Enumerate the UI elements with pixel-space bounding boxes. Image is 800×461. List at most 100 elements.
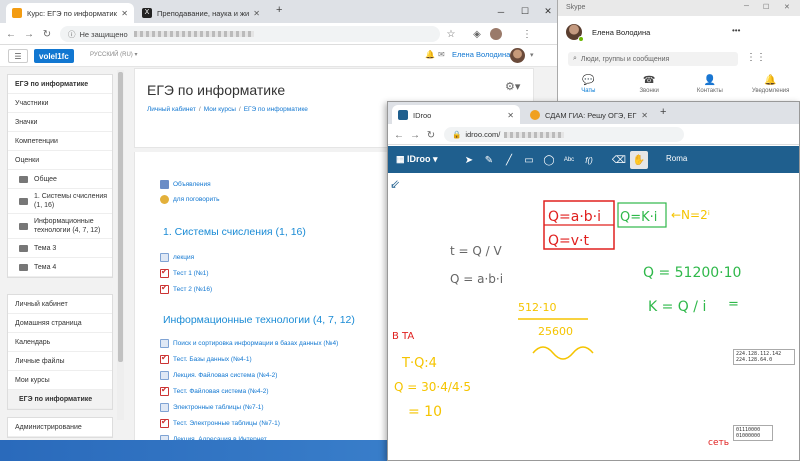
minimize-icon[interactable]: ─: [488, 0, 514, 23]
activity-test-2[interactable]: Тест 2 (№16): [160, 283, 212, 296]
browser-tab-bar: Курс: ЕГЭ по информатике ✕ X Преподавани…: [0, 0, 557, 23]
tab-label: СДАМ ГИА: Решу ОГЭ, ЕГЭ, ВПР: [545, 110, 637, 120]
activity-db-search[interactable]: Поиск и сортировка информации в базах да…: [160, 337, 338, 350]
close-tab-icon[interactable]: ✕: [121, 9, 128, 18]
sidebar-item-calendar[interactable]: Календарь: [8, 333, 112, 352]
minimize-icon[interactable]: ─: [744, 3, 749, 10]
breadcrumb-dashboard[interactable]: Личный кабинет: [147, 106, 196, 113]
activity-lecture[interactable]: лекция: [160, 251, 212, 264]
sidebar-item-general[interactable]: Общее: [8, 170, 112, 189]
idroo-logo[interactable]: ▦ IDroo ▾: [396, 154, 438, 165]
new-tab-button[interactable]: +: [276, 4, 282, 16]
new-tab-button[interactable]: +: [660, 106, 666, 118]
bookmark-star-icon[interactable]: ☆: [444, 27, 458, 41]
sidebar-item-files[interactable]: Личные файлы: [8, 352, 112, 371]
sidebar-item-home[interactable]: Домашняя страница: [8, 314, 112, 333]
activity-chat[interactable]: для поговорить: [160, 193, 220, 206]
section-title-2[interactable]: Информационные технологии (4, 7, 12): [163, 314, 355, 326]
close-tab-icon[interactable]: ✕: [253, 9, 260, 18]
messages-icon[interactable]: ✉: [438, 50, 445, 59]
sidebar-item-admin[interactable]: Администрирование: [8, 418, 112, 437]
rectangle-tool-icon[interactable]: ▭: [520, 151, 538, 169]
activity-test-1[interactable]: Тест 1 (№1): [160, 267, 212, 280]
language-menu[interactable]: РУССКИЙ (RU) ▾: [90, 51, 137, 58]
sidebar-item-grades[interactable]: Оценки: [8, 151, 112, 170]
url-field[interactable]: 🔒 idroo.com/: [444, 127, 684, 142]
site-brand[interactable]: volel1fc: [34, 49, 74, 63]
whiteboard-canvas[interactable]: ⇙ Q=a·b·i Q=v·t Q=K·i ←N=2ⁱ t = Q / V Q …: [388, 173, 799, 460]
back-icon[interactable]: ←: [4, 27, 18, 41]
tab-course[interactable]: Курс: ЕГЭ по информатике ✕: [6, 3, 134, 23]
ellipse-tool-icon[interactable]: ◯: [540, 151, 558, 169]
font-selector[interactable]: Roma: [666, 154, 687, 163]
sidebar-item-competencies[interactable]: Компетенции: [8, 132, 112, 151]
sidebar-item-my-courses[interactable]: Мои курсы: [8, 371, 112, 390]
skype-titlebar: Skype ─ ☐ ✕: [558, 0, 800, 16]
sidebar-item-dashboard[interactable]: Личный кабинет: [8, 295, 112, 314]
breadcrumb-course[interactable]: ЕГЭ по информатике: [244, 106, 308, 113]
sidebar-item-topic-3[interactable]: Тема 3: [8, 239, 112, 258]
quiz-icon: [160, 283, 169, 294]
reload-icon[interactable]: ↻: [40, 27, 54, 41]
sidebar-scroll-thumb[interactable]: [118, 72, 123, 362]
menu-kebab-icon[interactable]: ⋮: [520, 27, 534, 41]
activity-db-test[interactable]: Тест. Базы данных (№4-1): [160, 353, 338, 366]
hand-tool-icon[interactable]: ✋: [630, 151, 648, 169]
formula-tool-icon[interactable]: f(): [580, 151, 598, 169]
drawer-toggle-icon[interactable]: ☰: [8, 49, 28, 63]
more-options-icon[interactable]: •••: [732, 26, 740, 35]
activity-fs-lecture[interactable]: Лекция. Файловая система (№4-2): [160, 369, 338, 382]
close-tab-icon[interactable]: ✕: [507, 111, 514, 120]
pen-tool-icon[interactable]: ✎: [480, 151, 498, 169]
forward-icon[interactable]: →: [22, 27, 36, 41]
activity-fs-test[interactable]: Тест. Файловая система (№4-2): [160, 385, 338, 398]
tab-blog[interactable]: X Преподавание, наука и жизнь ✕: [136, 3, 266, 23]
binary-note[interactable]: 01110000 01000000: [733, 425, 773, 441]
sidebar-item-section-2[interactable]: Информационные технологии (4, 7, 12): [8, 214, 112, 239]
activity-spreadsheets-test[interactable]: Тест. Электронные таблицы (№7-1): [160, 417, 338, 430]
sidebar-item-badges[interactable]: Значки: [8, 113, 112, 132]
forward-icon[interactable]: →: [408, 128, 422, 142]
tab-sdamgia[interactable]: СДАМ ГИА: Решу ОГЭ, ЕГЭ, ВПР ✕: [524, 105, 654, 125]
gear-icon[interactable]: ⚙▾: [505, 80, 520, 93]
sidebar-item-label: Домашняя страница: [15, 319, 82, 327]
sidebar-item-section-1[interactable]: 1. Системы счисления (1, 16): [8, 189, 112, 214]
profile-icon[interactable]: [490, 28, 502, 40]
line-tool-icon[interactable]: ╱: [500, 151, 518, 169]
close-tab-icon[interactable]: ✕: [641, 111, 648, 120]
notifications-icon[interactable]: 🔔: [425, 50, 435, 59]
url-field[interactable]: ⓘ Не защищено: [60, 26, 440, 42]
breadcrumb-my-courses[interactable]: Мои курсы: [204, 106, 236, 113]
sidebar-item-topic-4[interactable]: Тема 4: [8, 258, 112, 277]
skype-profile[interactable]: Елена Володина •••: [566, 22, 800, 42]
ip-note[interactable]: 224.128.112.142 224.128.64.0: [733, 349, 795, 365]
activity-label: Тест. Базы данных (№4-1): [173, 356, 252, 363]
text-tool-icon[interactable]: Abc: [560, 151, 578, 169]
folder-icon: [19, 222, 28, 230]
red-formula-2: Q=v·t: [548, 233, 589, 249]
language-label: РУССКИЙ (RU): [90, 52, 133, 58]
sidebar-item-participants[interactable]: Участники: [8, 94, 112, 113]
dialpad-icon[interactable]: ⋮⋮: [746, 52, 766, 63]
avatar[interactable]: [510, 48, 525, 63]
eraser-tool-icon[interactable]: ⌫: [610, 151, 628, 169]
activity-announcements[interactable]: Объявления: [160, 178, 220, 191]
chevron-down-icon[interactable]: ▾: [530, 51, 534, 59]
pointer-tool-icon[interactable]: ➤: [460, 151, 478, 169]
maximize-icon[interactable]: ☐: [763, 3, 769, 11]
user-menu-name[interactable]: Елена Володина: [452, 50, 510, 59]
close-window-icon[interactable]: ✕: [784, 3, 790, 11]
yellow-numbers: 25600: [538, 325, 573, 338]
reload-icon[interactable]: ↻: [424, 128, 438, 142]
chat-icon: 💬: [582, 75, 595, 86]
close-window-icon[interactable]: ✕: [535, 0, 557, 23]
back-icon[interactable]: ←: [392, 128, 406, 142]
sidebar-item-label: Компетенции: [15, 137, 58, 145]
section-title-1[interactable]: 1. Системы счисления (1, 16): [163, 226, 306, 238]
sidebar-item-current-course[interactable]: ЕГЭ по информатике: [8, 390, 112, 409]
extension-icon[interactable]: ◈: [470, 27, 484, 41]
activity-spreadsheets[interactable]: Электронные таблицы (№7-1): [160, 401, 338, 414]
sidebar-item-course[interactable]: ЕГЭ по информатике: [8, 75, 112, 94]
tab-idroo[interactable]: IDroo ✕: [392, 105, 520, 125]
search-input[interactable]: ⌕ Люди, группы и сообщения: [568, 52, 738, 66]
